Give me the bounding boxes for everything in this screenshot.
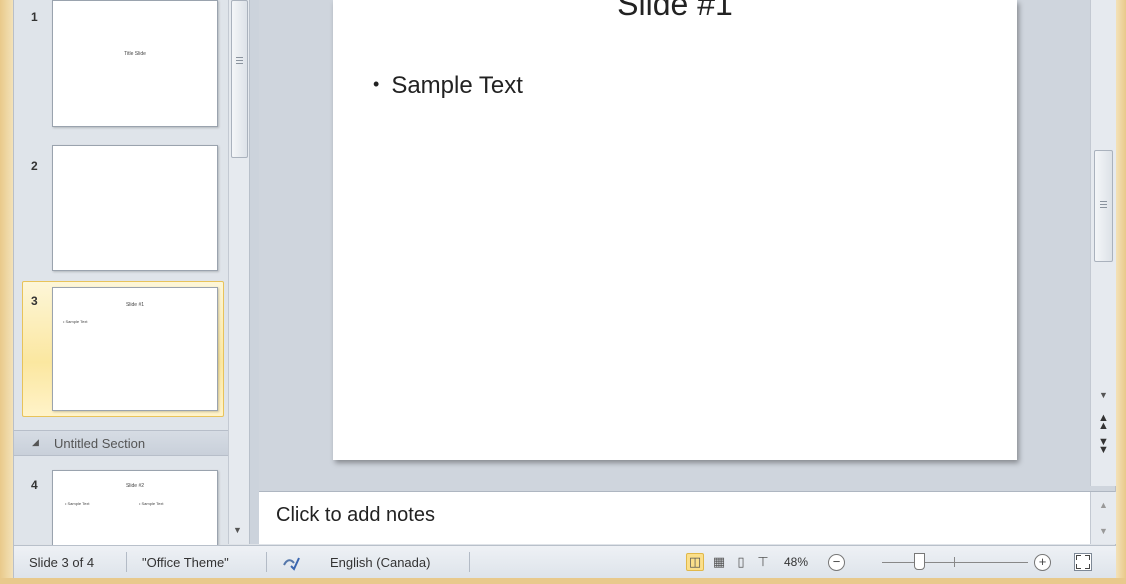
slide-canvas[interactable]: Slide #1 • Sample Text	[333, 0, 1017, 460]
thumbnail-title: Title Slide	[124, 51, 146, 57]
slide-scrollbar[interactable]: ▼ ▲ ▲ ▼ ▼	[1090, 0, 1116, 486]
grip-line	[1100, 201, 1107, 202]
theme-name[interactable]: "Office Theme"	[142, 555, 229, 570]
thumbnail-bullet: • Sample Text	[63, 319, 88, 324]
slide-editing-area: Slide #1 • Sample Text	[259, 0, 1090, 486]
thumbnail-bullet: • Sample Text	[65, 501, 90, 506]
slide-thumbnail-pane: 1 Title Slide 2 3 Slide #1 • Sample Text…	[14, 0, 232, 545]
zoom-out-icon[interactable]: −	[828, 554, 845, 571]
notes-pane[interactable]: Click to add notes	[259, 492, 1090, 544]
reading-view-icon[interactable]: ▯	[732, 553, 750, 571]
zoom-slider-center-tick	[954, 557, 955, 567]
status-bar: Slide 3 of 4 "Office Theme" English (Can…	[14, 545, 1116, 579]
notes-placeholder[interactable]: Click to add notes	[276, 504, 435, 527]
zoom-in-icon[interactable]: +	[1034, 554, 1051, 571]
thumbnail-slide-4[interactable]: 4 Slide #2 • Sample Text • Sample Text	[14, 458, 232, 545]
thumbnail-scrollbar[interactable]: ▼	[228, 0, 249, 544]
language[interactable]: English (Canada)	[330, 555, 430, 570]
window-frame-left	[0, 0, 14, 584]
grip-line	[236, 57, 243, 58]
thumbnail-image[interactable]: Title Slide	[52, 0, 218, 127]
thumbnail-scrollbar-thumb[interactable]	[231, 0, 248, 158]
slide-body-text[interactable]: • Sample Text	[373, 72, 523, 100]
slide-show-icon[interactable]: ⊤	[754, 553, 772, 571]
slide-bullet-text: Sample Text	[391, 72, 523, 99]
normal-view-icon[interactable]: ◫	[686, 553, 704, 571]
thumbnail-number: 1	[31, 10, 38, 24]
grip-line	[236, 60, 243, 61]
thumbnail-number: 3	[31, 294, 38, 308]
scroll-up-arrow-icon[interactable]: ▲	[1099, 500, 1108, 510]
notes-scrollbar[interactable]: ▲ ▼	[1090, 492, 1116, 544]
status-separator	[469, 552, 470, 572]
slide-title[interactable]: Slide #1	[333, 0, 1017, 23]
thumbnail-title: Slide #2	[125, 483, 145, 489]
next-slide-icon[interactable]: ▼ ▼	[1098, 437, 1109, 456]
scroll-down-arrow-icon[interactable]: ▼	[1099, 526, 1108, 536]
thumbnail-image[interactable]: Slide #2 • Sample Text • Sample Text	[52, 470, 218, 545]
zoom-slider-handle[interactable]	[914, 553, 925, 570]
status-separator	[266, 552, 267, 572]
slide-position[interactable]: Slide 3 of 4	[29, 555, 94, 570]
thumbnail-bullet: • Sample Text	[139, 501, 164, 506]
window-frame-bottom	[0, 578, 1126, 584]
grip-line	[1100, 207, 1107, 208]
scroll-down-arrow-icon[interactable]: ▼	[1099, 390, 1108, 400]
thumbnail-slide-1[interactable]: 1 Title Slide	[14, 0, 232, 140]
grip-line	[1100, 204, 1107, 205]
status-separator	[126, 552, 127, 572]
thumbnail-image[interactable]: Slide #1 • Sample Text	[52, 287, 218, 411]
slide-sorter-icon[interactable]: ▦	[710, 553, 728, 571]
collapse-section-icon[interactable]: ◢	[32, 437, 39, 448]
grip-line	[236, 63, 243, 64]
zoom-slider-track[interactable]	[882, 562, 1028, 563]
fit-to-window-icon[interactable]	[1074, 553, 1092, 571]
spell-check-icon[interactable]	[282, 553, 300, 571]
section-label: Untitled Section	[54, 436, 146, 451]
thumbnail-number: 2	[31, 159, 38, 173]
scroll-down-arrow-icon[interactable]: ▼	[233, 525, 242, 535]
thumbnail-title: Slide #1	[125, 302, 145, 308]
bullet-icon: •	[373, 74, 380, 94]
thumbnail-number: 4	[31, 478, 38, 492]
thumbnail-slide-3[interactable]: 3 Slide #1 • Sample Text	[22, 281, 224, 417]
thumbnail-image[interactable]	[52, 145, 218, 271]
previous-slide-icon[interactable]: ▲ ▲	[1098, 413, 1109, 432]
slide-scrollbar-thumb[interactable]	[1094, 150, 1113, 262]
thumbnail-slide-2[interactable]: 2	[14, 143, 232, 271]
zoom-level[interactable]: 48%	[784, 555, 808, 569]
section-header[interactable]: ◢ Untitled Section	[14, 430, 232, 456]
window-frame-right	[1115, 0, 1126, 584]
